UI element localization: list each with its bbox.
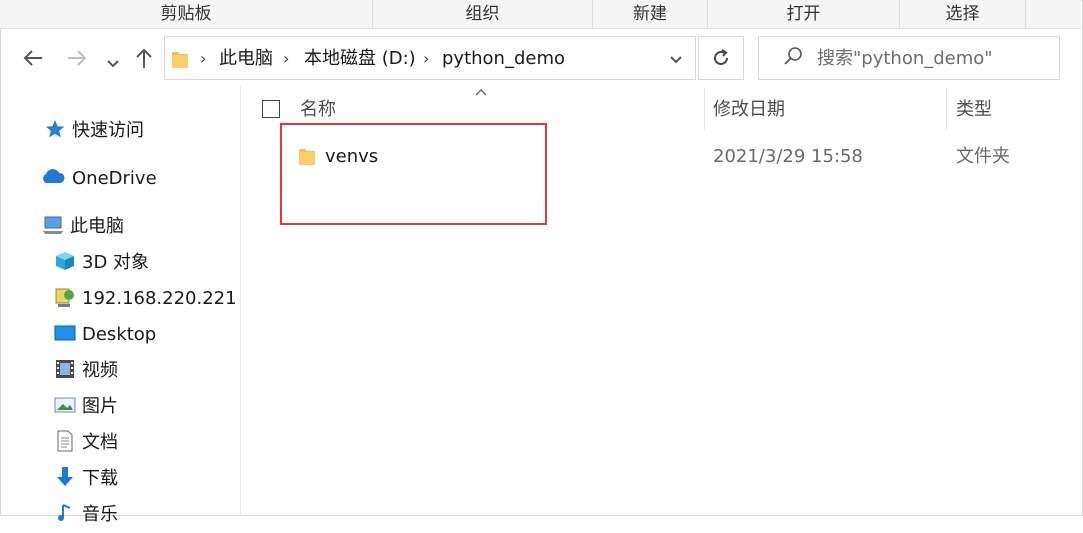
- sidebar-item-label: 192.168.220.221: [82, 288, 237, 309]
- sidebar-item-3d-objects[interactable]: 3D 对象: [54, 249, 149, 277]
- navigation-pane: 快速访问 OneDrive 此电脑 3D 对象 192.168.220.221 …: [0, 86, 241, 525]
- sidebar-item-onedrive[interactable]: OneDrive: [40, 165, 157, 193]
- desktop-icon: [54, 322, 76, 344]
- file-modified-date: 2021/3/29 15:58: [713, 146, 863, 167]
- sidebar-item-pictures[interactable]: 图片: [54, 393, 118, 421]
- chevron-down-icon[interactable]: [669, 55, 683, 65]
- ribbon-group-open[interactable]: 打开: [708, 0, 900, 28]
- music-icon: [54, 502, 76, 524]
- sidebar-item-music[interactable]: 音乐: [54, 501, 118, 529]
- sidebar-item-label: 此电脑: [70, 216, 124, 237]
- ribbon-groups: 剪贴板 组织 新建 打开 选择: [0, 0, 1081, 29]
- back-button[interactable]: [22, 47, 44, 74]
- breadcrumb-python-demo[interactable]: python_demo: [442, 37, 565, 81]
- column-header-name[interactable]: 名称: [300, 96, 336, 124]
- breadcrumb-separator: ›: [200, 49, 207, 68]
- sidebar-item-videos[interactable]: 视频: [54, 357, 118, 385]
- column-divider[interactable]: [704, 88, 705, 130]
- sort-ascending-icon: [474, 84, 488, 100]
- sidebar-item-label: 视频: [82, 360, 118, 381]
- sidebar-item-network-drive[interactable]: 192.168.220.221: [54, 285, 237, 313]
- file-type: 文件夹: [956, 146, 1010, 167]
- arrow-left-icon: [23, 50, 42, 66]
- up-button[interactable]: [134, 47, 154, 74]
- sidebar-item-label: 音乐: [82, 504, 118, 525]
- sidebar-item-desktop[interactable]: Desktop: [54, 321, 156, 349]
- search-icon: [784, 47, 802, 65]
- sidebar-item-label: 快速访问: [72, 120, 144, 141]
- sidebar-item-label: 3D 对象: [82, 252, 150, 273]
- address-bar[interactable]: › 此电脑 › 本地磁盘 (D:) › python_demo: [164, 36, 696, 80]
- sidebar-item-label: 图片: [82, 396, 118, 417]
- sidebar-item-this-pc[interactable]: 此电脑: [42, 213, 124, 241]
- cube-icon: [54, 250, 76, 272]
- cloud-icon: [40, 166, 66, 188]
- ribbon-group-organize[interactable]: 组织: [373, 0, 593, 28]
- column-divider[interactable]: [946, 88, 947, 130]
- arrow-up-icon: [136, 48, 152, 68]
- document-icon: [54, 430, 76, 452]
- column-header-type[interactable]: 类型: [956, 96, 992, 124]
- sidebar-item-label: 下载: [82, 468, 118, 489]
- sidebar-item-documents[interactable]: 文档: [54, 429, 118, 457]
- download-icon: [54, 466, 76, 488]
- folder-icon: [172, 52, 188, 68]
- video-icon: [54, 358, 76, 380]
- search-input[interactable]: 搜索"python_demo": [817, 37, 993, 81]
- ribbon-group-new[interactable]: 新建: [593, 0, 708, 28]
- star-icon: [44, 118, 66, 140]
- forward-button[interactable]: [66, 47, 88, 74]
- computer-icon: [42, 214, 64, 236]
- refresh-button[interactable]: [698, 36, 744, 80]
- sidebar-item-label: OneDrive: [72, 168, 157, 189]
- sidebar-item-label: 文档: [82, 432, 118, 453]
- breadcrumb-this-pc[interactable]: 此电脑: [219, 37, 273, 81]
- search-box[interactable]: 搜索"python_demo": [758, 36, 1060, 80]
- sidebar-item-downloads[interactable]: 下载: [54, 465, 118, 493]
- pane-divider[interactable]: [240, 86, 241, 516]
- network-drive-icon: [54, 286, 76, 308]
- breadcrumb-separator: ›: [423, 49, 430, 68]
- ribbon-group-clipboard[interactable]: 剪贴板: [0, 0, 373, 28]
- arrow-right-icon: [68, 50, 87, 66]
- refresh-icon: [714, 49, 728, 65]
- breadcrumb-separator: ›: [283, 49, 290, 68]
- column-header-modified[interactable]: 修改日期: [713, 96, 785, 124]
- breadcrumb-drive-d[interactable]: 本地磁盘 (D:): [304, 37, 416, 81]
- chevron-down-icon: [107, 60, 119, 68]
- recent-locations-button[interactable]: [106, 52, 120, 74]
- picture-icon: [54, 394, 76, 416]
- ribbon-group-select[interactable]: 选择: [900, 0, 1026, 28]
- select-all-checkbox[interactable]: [262, 100, 280, 118]
- sidebar-item-quick-access[interactable]: 快速访问: [44, 117, 144, 145]
- sidebar-item-label: Desktop: [82, 324, 157, 345]
- annotation-highlight-box: [280, 123, 547, 225]
